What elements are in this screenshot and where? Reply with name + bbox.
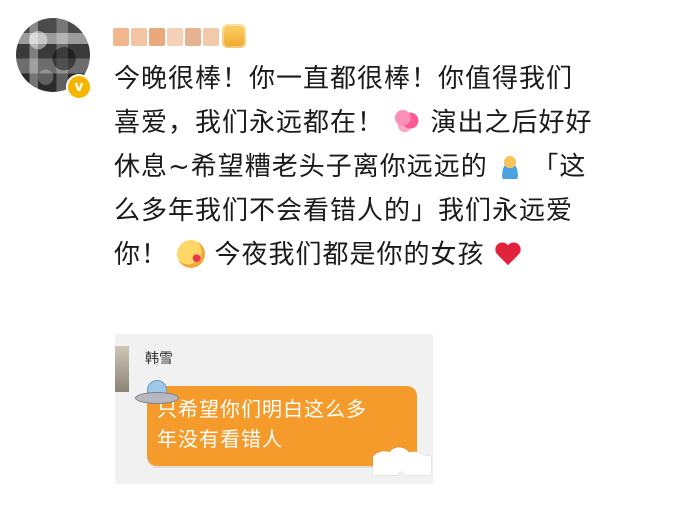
member-badge-icon bbox=[222, 24, 246, 48]
post-line: 今晚很棒！你一直都很棒！你值得我们 bbox=[114, 57, 684, 101]
embedded-avatar bbox=[115, 346, 129, 392]
embedded-screenshot[interactable]: 韩雪 只希望你们明白这么多 年没有看错人 bbox=[115, 334, 433, 484]
embedded-message-text: 只希望你们明白这么多 年没有看错人 bbox=[157, 394, 412, 454]
text-segment: 休息~希望糟老头子离你远远的 bbox=[114, 152, 488, 182]
hearts-emoji-icon bbox=[393, 107, 422, 136]
embedded-sender-name: 韩雪 bbox=[145, 351, 173, 367]
post-text: 今晚很棒！你一直都很棒！你值得我们 喜爱，我们永远都在！ 演出之后好好 休息~希… bbox=[114, 57, 684, 277]
username-pixelated[interactable] bbox=[113, 26, 219, 48]
text-segment: 喜爱，我们永远都在！ bbox=[114, 108, 385, 138]
post-line: 喜爱，我们永远都在！ 演出之后好好 bbox=[114, 101, 684, 145]
cloud-icon bbox=[373, 447, 431, 475]
embedded-message-line: 只希望你们明白这么多 bbox=[157, 397, 367, 421]
post-line: 休息~希望糟老头子离你远远的 「这 bbox=[114, 145, 684, 189]
ufo-icon bbox=[135, 378, 179, 408]
post-line: 你！ 今夜我们都是你的女孩 bbox=[114, 233, 684, 277]
red-heart-emoji-icon bbox=[494, 241, 522, 267]
text-segment: 你！ bbox=[114, 240, 169, 270]
text-segment: 今晚很棒！你一直都很棒！你值得我们 bbox=[114, 64, 574, 94]
text-segment: 今夜我们都是你的女孩 bbox=[214, 240, 485, 270]
kiss-emoji-icon bbox=[177, 239, 206, 268]
person-emoji-icon bbox=[497, 152, 524, 179]
text-segment: 演出之后好好 bbox=[430, 108, 593, 138]
text-segment: 么多年我们不会看错人的」我们永远爱 bbox=[114, 196, 574, 226]
ufo-disc-icon bbox=[135, 392, 179, 404]
post-line: 么多年我们不会看错人的」我们永远爱 bbox=[114, 189, 684, 233]
text-segment: 「这 bbox=[532, 152, 587, 182]
verified-badge-icon: v bbox=[66, 74, 92, 100]
